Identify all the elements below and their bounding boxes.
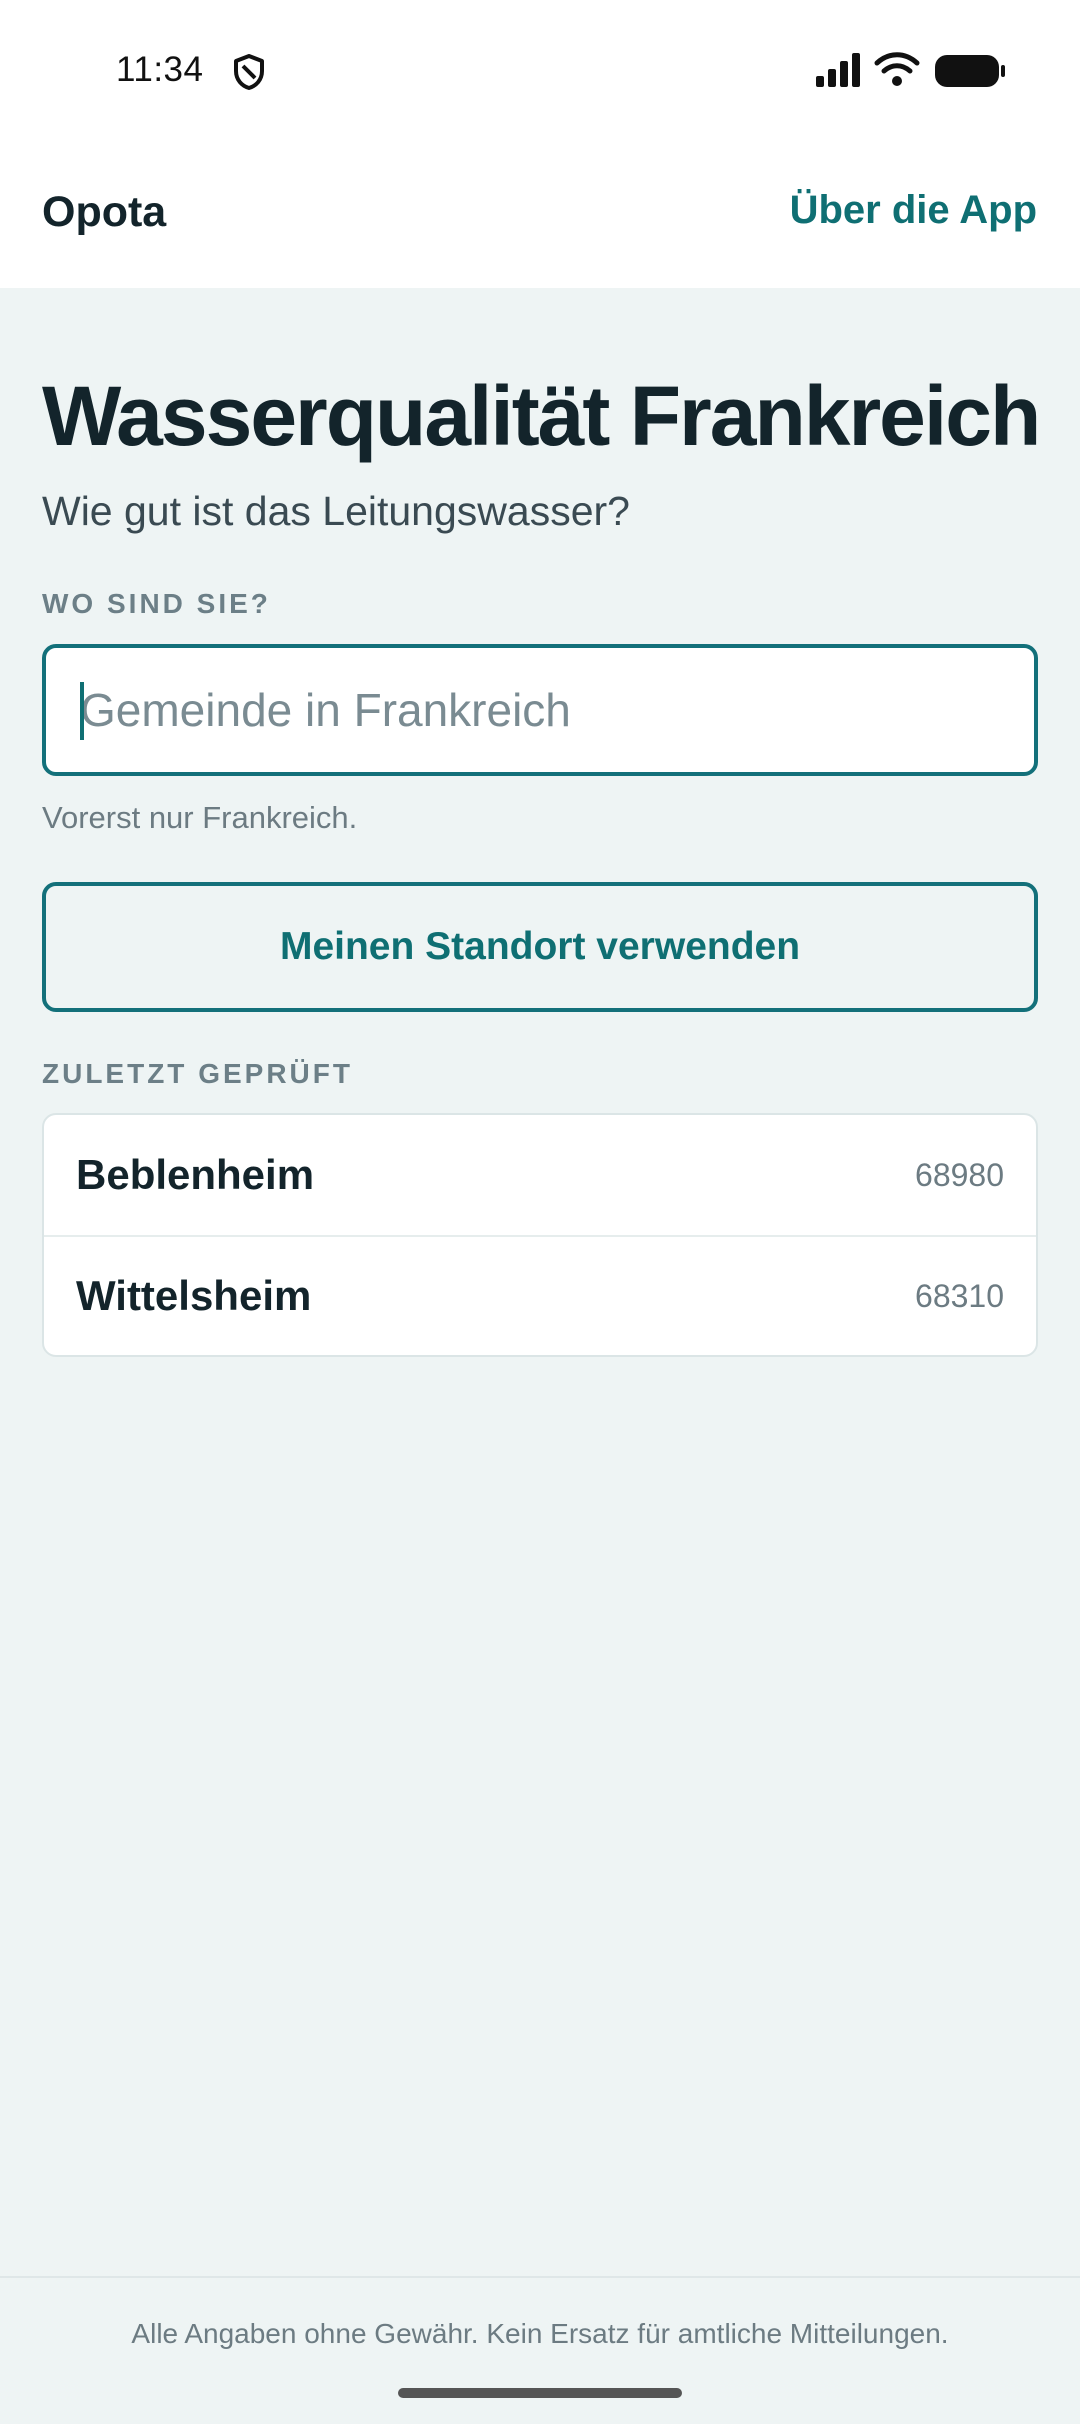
- page-title: Wasserqualität Frankreich: [42, 369, 1041, 463]
- search-field[interactable]: [42, 644, 1038, 776]
- search-input[interactable]: [80, 648, 1000, 772]
- status-bar: 11:34: [0, 0, 1080, 140]
- disclaimer: Alle Angaben ohne Gewähr. Kein Ersatz fü…: [131, 2318, 949, 2349]
- recent-list: Beblenheim 68980 Wittelsheim 68310: [42, 1113, 1038, 1357]
- recent-item-beblenheim[interactable]: Beblenheim 68980: [44, 1115, 1036, 1235]
- status-time: 11:34: [116, 50, 204, 89]
- home-indicator[interactable]: [398, 2388, 682, 2398]
- text-cursor: [80, 682, 84, 740]
- recent-item-name: Beblenheim: [76, 1151, 315, 1198]
- about-app-link[interactable]: Über die App: [790, 188, 1037, 233]
- search-hint: Vorerst nur Frankreich.: [42, 800, 358, 835]
- shield-icon: [234, 54, 264, 90]
- recent-item-zip: 68980: [915, 1156, 1004, 1193]
- footer: Alle Angaben ohne Gewähr. Kein Ersatz fü…: [0, 2276, 1080, 2424]
- recent-item-name: Wittelsheim: [76, 1272, 312, 1319]
- app-name: Opota: [42, 188, 167, 236]
- use-location-button[interactable]: Meinen Standort verwenden: [42, 882, 1038, 1012]
- recent-item-wittelsheim[interactable]: Wittelsheim 68310: [44, 1235, 1036, 1355]
- app-bar: Opota Über die App: [0, 140, 1080, 288]
- battery-icon: [935, 55, 1005, 87]
- recent-item-zip: 68310: [915, 1277, 1004, 1314]
- recent-label: ZULETZT GEPRÜFT: [42, 1058, 353, 1089]
- wifi-icon: [874, 52, 920, 86]
- location-label: WO SIND SIE?: [42, 588, 271, 619]
- page-subtitle: Wie gut ist das Leitungswasser?: [42, 488, 630, 534]
- signal-icon: [816, 53, 860, 87]
